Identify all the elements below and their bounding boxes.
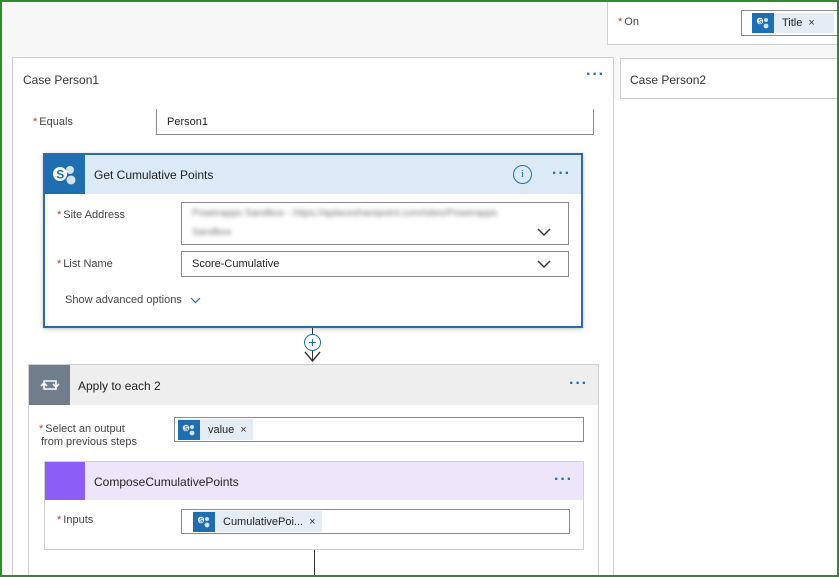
site-address-value: Powerapps Sandbox - https://aplacesharep…: [192, 208, 498, 219]
svg-text:S: S: [56, 167, 64, 181]
value-token[interactable]: S value ×: [178, 419, 253, 440]
compose-action-card: ComposeCumulativePoints ··· * Inputs S Cu…: [44, 461, 584, 550]
get-items-action-card: S Get Cumulative Points i ··· * Site Addr…: [43, 153, 583, 328]
arrow-down-icon: [304, 351, 321, 363]
case-person2-title: Case Person2: [630, 73, 707, 87]
chevron-down-icon[interactable]: [537, 228, 551, 237]
select-output-label: * Select an output from previous steps: [39, 423, 137, 448]
cumulative-points-token[interactable]: S CumulativePoi... ×: [193, 511, 322, 532]
case-person1-title: Case Person1: [23, 73, 100, 87]
sharepoint-icon: S: [752, 13, 774, 33]
info-icon[interactable]: i: [513, 165, 532, 184]
value-token-label: value: [208, 423, 235, 436]
chevron-down-icon: [190, 297, 201, 303]
connector-line: [314, 550, 315, 577]
case-person1-more-button[interactable]: ···: [586, 67, 605, 83]
site-address-label: * Site Address: [57, 209, 126, 221]
compose-icon: [45, 462, 85, 500]
value-token-remove[interactable]: ×: [240, 424, 252, 436]
svg-text:S: S: [184, 426, 188, 432]
get-items-action-title: Get Cumulative Points: [94, 168, 214, 182]
sharepoint-icon: S: [45, 155, 85, 194]
equals-input[interactable]: Person1: [156, 109, 594, 135]
select-output-input[interactable]: S value ×: [174, 417, 584, 442]
show-advanced-options-link[interactable]: Show advanced options: [65, 294, 201, 306]
on-token-remove[interactable]: ×: [808, 17, 820, 29]
on-field[interactable]: S Title ×: [741, 10, 839, 36]
on-token[interactable]: S Title ×: [752, 13, 834, 33]
site-address-dropdown[interactable]: Powerapps Sandbox - https://aplacesharep…: [181, 202, 569, 245]
equals-value: Person1: [167, 116, 208, 128]
case-person2-card[interactable]: Case Person2: [620, 58, 839, 99]
loop-icon: [29, 365, 70, 405]
compose-action-title: ComposeCumulativePoints: [94, 475, 239, 489]
compose-action-header[interactable]: ComposeCumulativePoints ···: [45, 462, 583, 500]
site-address-value-line2: Sandbox: [192, 227, 232, 238]
get-items-action-header[interactable]: S Get Cumulative Points i ···: [45, 155, 581, 194]
get-items-action-more-button[interactable]: ···: [552, 166, 571, 182]
apply-to-each-card: Apply to each 2 ··· * Select an output fr…: [28, 364, 599, 577]
list-name-value: Score-Cumulative: [192, 258, 280, 270]
compose-action-more-button[interactable]: ···: [554, 472, 573, 488]
list-name-dropdown[interactable]: Score-Cumulative: [181, 251, 569, 277]
on-label: * On: [618, 16, 639, 28]
apply-to-each-header[interactable]: Apply to each 2 ···: [29, 365, 598, 405]
apply-to-each-title: Apply to each 2: [78, 379, 161, 393]
switch-on-panel: * On S Title ×: [607, 2, 839, 45]
add-step-button[interactable]: +: [304, 334, 321, 351]
show-advanced-options-label: Show advanced options: [65, 294, 182, 306]
case-person2-body: [614, 99, 837, 575]
list-name-label: * List Name: [57, 258, 113, 270]
chevron-down-icon[interactable]: [537, 260, 551, 269]
equals-label: * Equals: [33, 116, 73, 128]
on-token-label: Title: [782, 17, 803, 29]
sharepoint-icon: S: [193, 511, 215, 532]
inputs-field[interactable]: S CumulativePoi... ×: [181, 509, 570, 534]
svg-text:S: S: [758, 19, 762, 25]
svg-text:S: S: [199, 518, 203, 524]
apply-to-each-more-button[interactable]: ···: [569, 376, 588, 392]
inputs-label: * Inputs: [57, 514, 94, 526]
cumulative-points-token-label: CumulativePoi...: [223, 515, 304, 528]
sharepoint-icon: S: [178, 419, 200, 440]
cumulative-points-token-remove[interactable]: ×: [309, 516, 321, 528]
